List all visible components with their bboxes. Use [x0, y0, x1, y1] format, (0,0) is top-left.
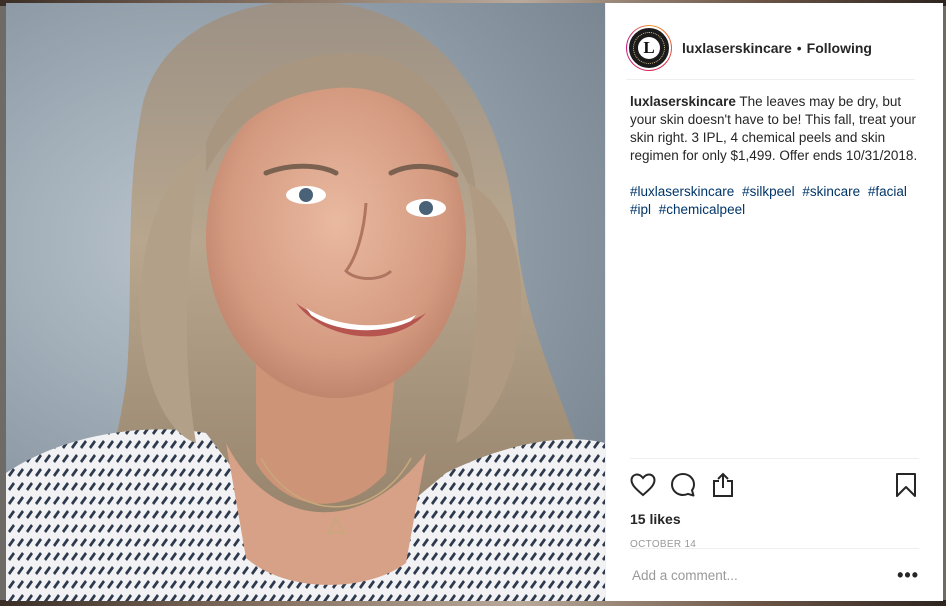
heart-icon: [630, 473, 656, 497]
comment-bar: •••: [630, 548, 919, 601]
portrait-illustration: [6, 3, 605, 601]
comment-button[interactable]: [670, 472, 696, 498]
hashtag-link[interactable]: #silkpeel: [742, 184, 795, 199]
share-button[interactable]: [710, 472, 736, 498]
action-bar: [630, 459, 919, 509]
more-options-icon[interactable]: •••: [897, 565, 919, 586]
save-button[interactable]: [893, 472, 919, 498]
post-photo[interactable]: [6, 3, 605, 601]
caption-body: luxlaserskincare The leaves may be dry, …: [630, 93, 919, 165]
post-caption: luxlaserskincare The leaves may be dry, …: [630, 93, 919, 219]
avatar-dot-ring: [633, 32, 665, 64]
following-button[interactable]: Following: [807, 40, 872, 56]
like-button[interactable]: [630, 472, 656, 498]
avatar-logo: L: [627, 26, 671, 70]
hashtag-link[interactable]: #ipl: [630, 202, 651, 217]
post-modal: L luxlaserskincare • Following luxlasers…: [6, 3, 943, 601]
comment-input[interactable]: [630, 566, 898, 584]
avatar[interactable]: L: [626, 25, 672, 71]
post-actions-area: 15 likes OCTOBER 14: [630, 458, 919, 560]
hashtag-link[interactable]: #skincare: [802, 184, 860, 199]
bookmark-icon: [896, 473, 916, 497]
post-side-panel: L luxlaserskincare • Following luxlasers…: [605, 3, 943, 601]
hashtag-link[interactable]: #facial: [868, 184, 907, 199]
comment-bubble-icon: [671, 473, 695, 497]
likes-count[interactable]: 15 likes: [630, 511, 919, 527]
caption-username[interactable]: luxlaserskincare: [630, 94, 736, 109]
header-separator: •: [796, 40, 802, 56]
hashtag-link[interactable]: #chemicalpeel: [659, 202, 745, 217]
hashtag-link[interactable]: #luxlaserskincare: [630, 184, 734, 199]
share-icon: [713, 472, 733, 497]
hashtag-list: #luxlaserskincare #silkpeel #skincare #f…: [630, 183, 919, 219]
post-header: L luxlaserskincare • Following: [626, 17, 915, 80]
header-username[interactable]: luxlaserskincare: [682, 40, 792, 56]
